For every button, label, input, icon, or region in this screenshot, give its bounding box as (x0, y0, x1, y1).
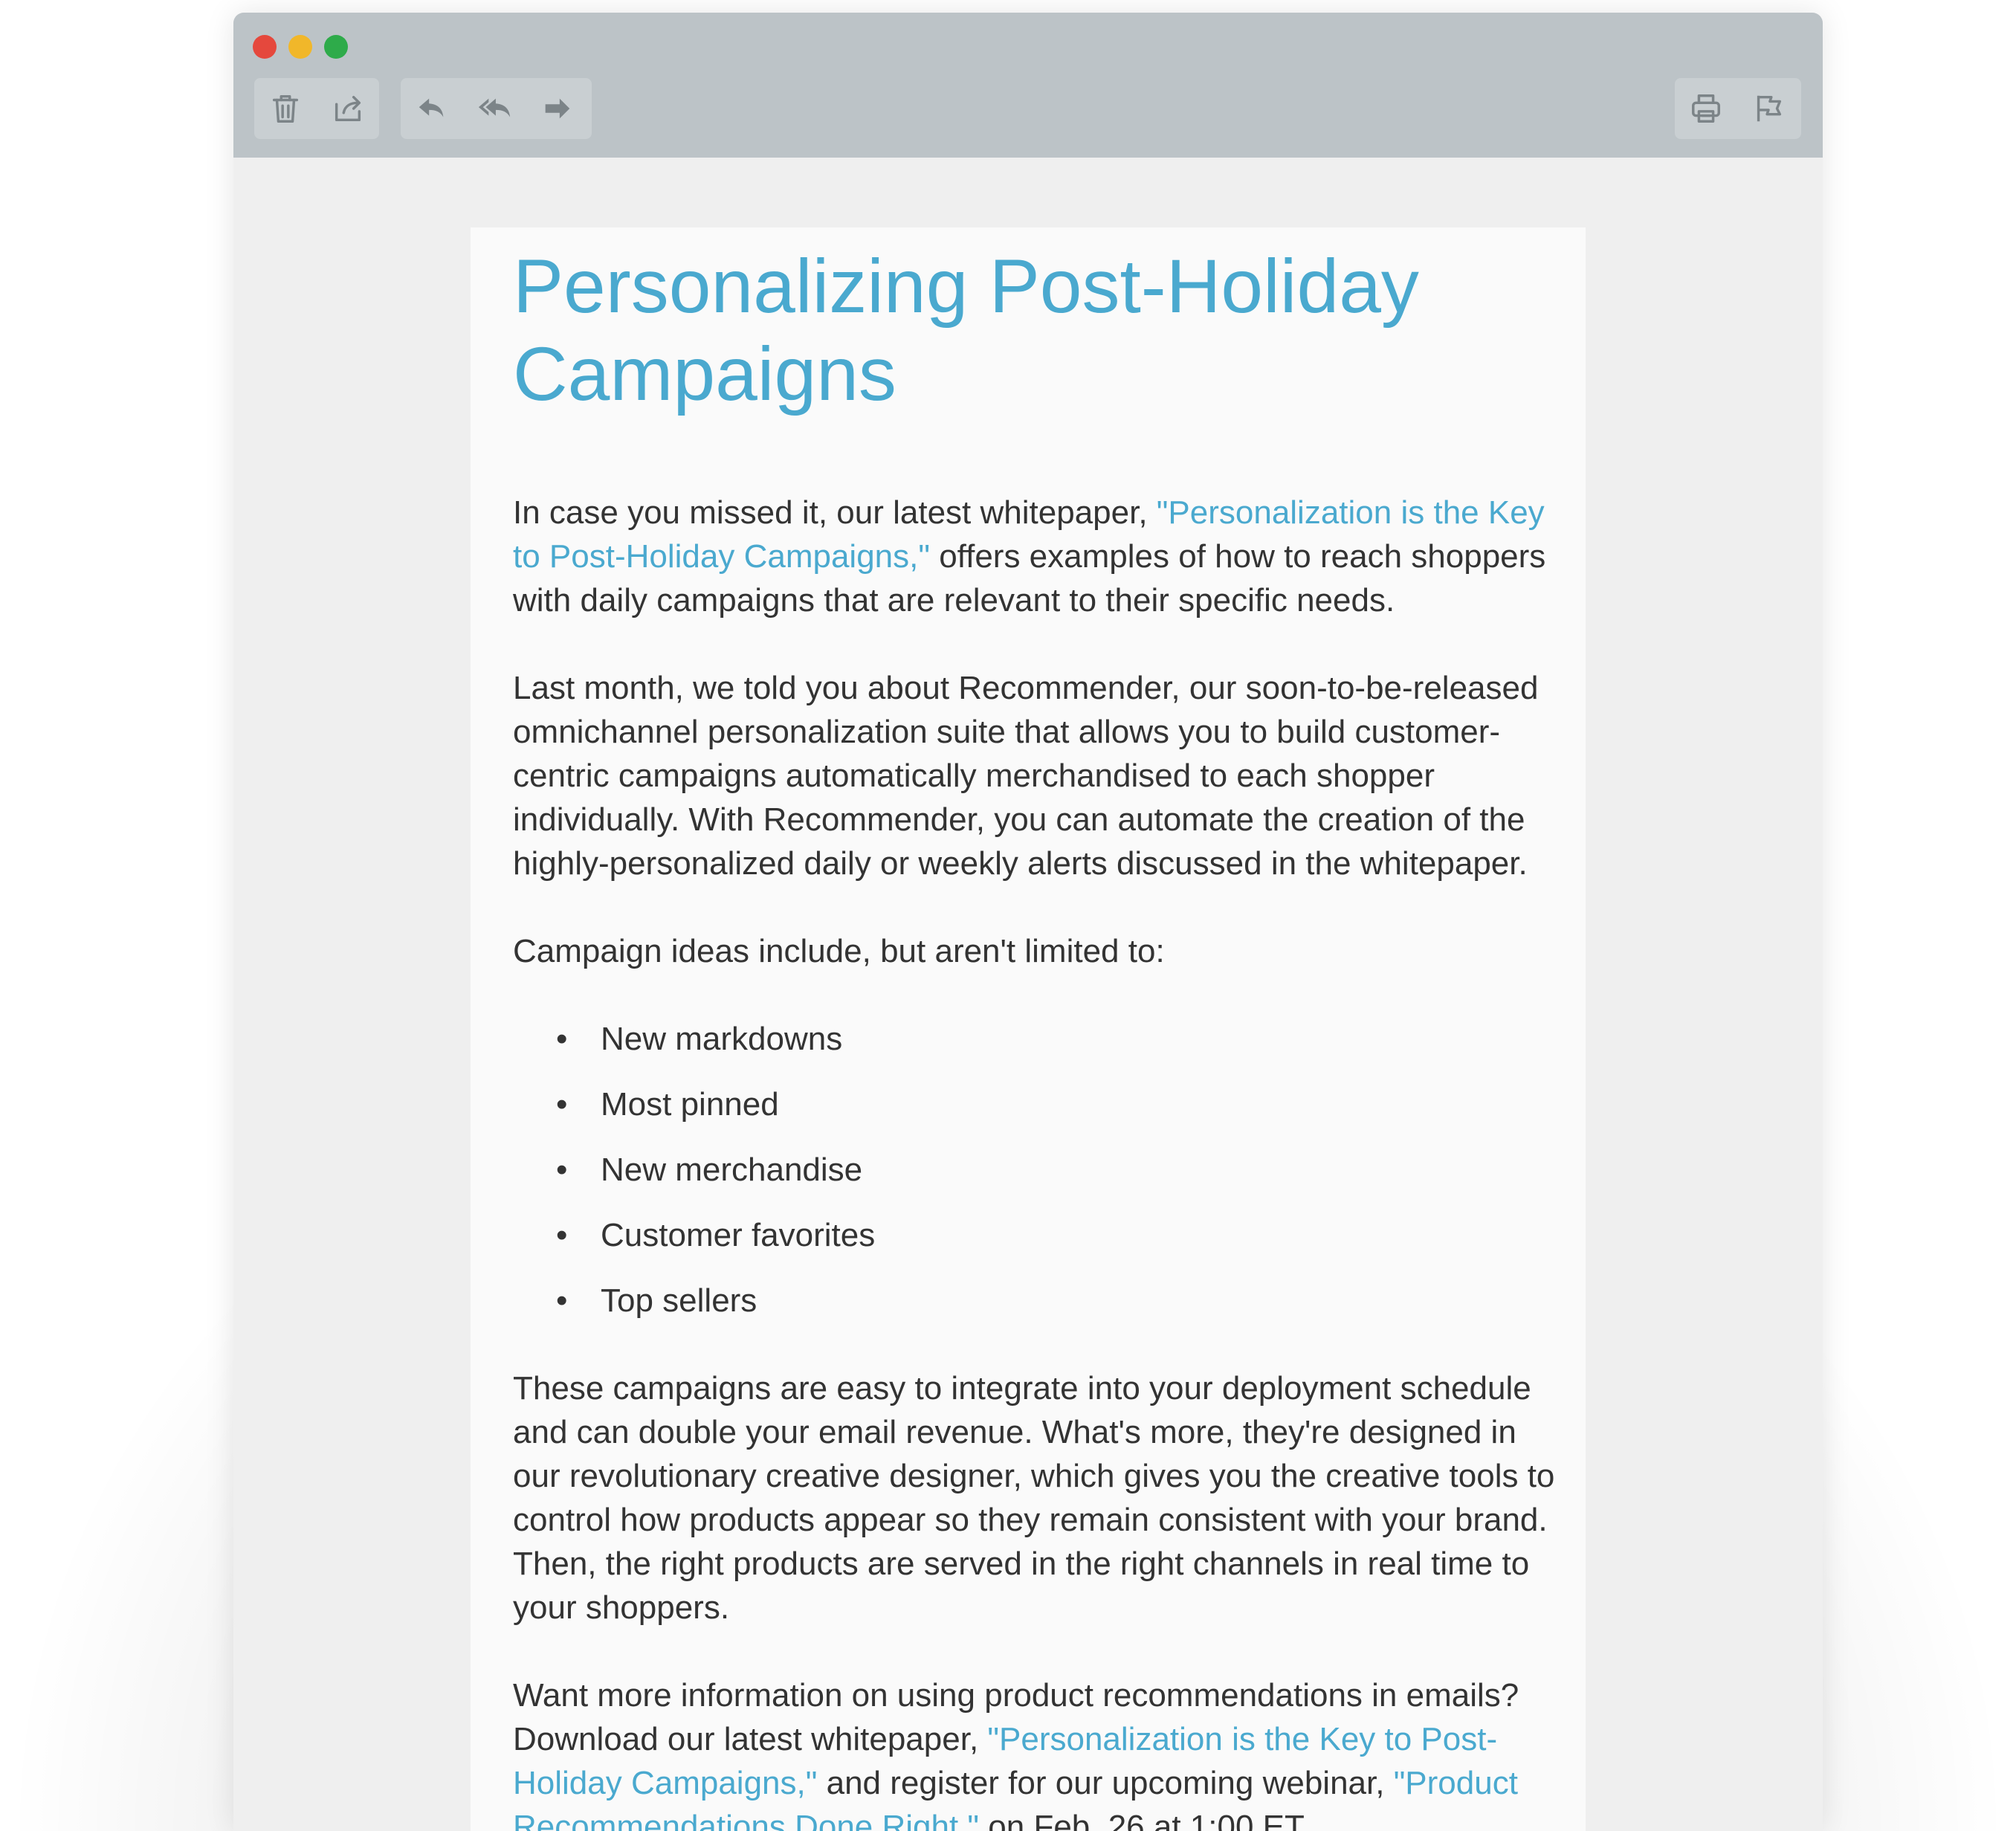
email-body: Personalizing Post-Holiday Campaigns In … (471, 227, 1586, 1831)
maximize-window-button[interactable] (324, 35, 348, 59)
paragraph-integration: These campaigns are easy to integrate in… (513, 1370, 1555, 1626)
delete-button[interactable] (254, 78, 317, 139)
toolbar-group-right (1675, 78, 1801, 139)
list-item: • Customer favorites (556, 1217, 876, 1253)
share-button[interactable] (317, 78, 379, 139)
forward-icon (545, 98, 570, 119)
list-item-text: New markdowns (601, 1021, 843, 1057)
print-button[interactable] (1675, 78, 1737, 139)
list-item: • New merchandise (556, 1152, 863, 1188)
paragraph-campaign-ideas: Campaign ideas include, but aren't limit… (513, 933, 1165, 969)
list-item-text: Customer favorites (601, 1217, 876, 1253)
mail-window: Personalizing Post-Holiday Campaigns In … (233, 13, 1823, 1831)
more-info-text-cont: and register for our upcoming webinar, (817, 1765, 1394, 1801)
forward-button[interactable] (526, 78, 588, 139)
campaign-ideas-list: • New markdowns • Most pinned • New merchan… (513, 1017, 1561, 1323)
minimize-window-button[interactable] (288, 35, 312, 59)
share-icon (335, 95, 361, 122)
trash-icon (272, 94, 299, 123)
list-item: • New markdowns (556, 1021, 843, 1057)
intro-text: In case you missed it, our latest whitep… (513, 494, 1157, 531)
email-text: In case you missed it, our latest whitep… (513, 491, 1561, 1831)
close-window-button[interactable] (253, 35, 277, 59)
toolbar-group-actions (254, 78, 379, 139)
paragraph-more-info: Want more information on using product r… (513, 1673, 1561, 1831)
email-title: Personalizing Post-Holiday Campaigns (513, 244, 1419, 416)
reply-all-button[interactable] (463, 78, 526, 139)
list-item-text: Top sellers (601, 1282, 757, 1319)
toolbar (233, 13, 1823, 158)
paragraph-intro: In case you missed it, our latest whitep… (513, 491, 1561, 622)
reply-all-icon (478, 98, 511, 117)
print-icon (1692, 94, 1720, 123)
reply-icon (419, 98, 444, 117)
flag-icon (1757, 95, 1782, 122)
list-item: • Most pinned (556, 1086, 779, 1123)
flag-button[interactable] (1737, 78, 1800, 139)
list-item: • Top sellers (556, 1282, 757, 1319)
paragraph-recommender: Last month, we told you about Recommende… (513, 670, 1539, 882)
reply-button[interactable] (401, 78, 463, 139)
toolbar-group-reply (401, 78, 592, 139)
list-item-text: New merchandise (601, 1152, 863, 1188)
more-info-text-end: on Feb. 26 at 1:00 ET. (979, 1809, 1311, 1831)
list-item-text: Most pinned (601, 1086, 779, 1123)
